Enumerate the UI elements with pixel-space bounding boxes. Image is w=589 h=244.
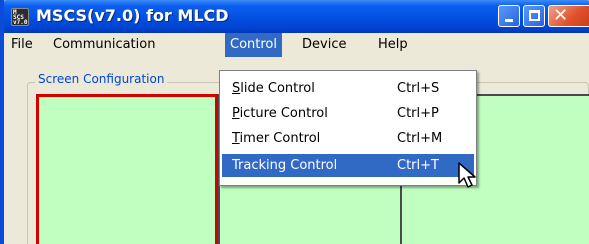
picture-control-label-rest: icture Control [239,106,328,121]
menu-help[interactable]: Help [373,33,413,57]
menu-file[interactable]: File [6,33,38,57]
timer-control-label: Timer Control [232,127,320,150]
picture-control-shortcut: Ctrl+P [397,106,439,121]
picture-control-mnemonic: P [232,106,240,121]
tracking-control-shortcut: Ctrl+T [397,158,439,173]
minimize-button[interactable] [498,5,520,27]
minimize-icon [505,19,513,22]
menu-bar: File Communication Control Device Help [4,33,589,57]
menu-item-slide-control[interactable]: Slide Control Ctrl+S [222,77,474,100]
tracking-control-label: Tracking Control [232,158,338,173]
timer-control-label-rest: imer Control [239,131,321,146]
menu-control[interactable]: Control [225,33,282,57]
menu-item-picture-control[interactable]: Picture Control Ctrl+P [222,102,474,125]
menu-device[interactable]: Device [297,33,351,57]
window-title: MSCS(v7.0) for MLCD [36,6,229,25]
maximize-icon [529,10,540,21]
slide-control-shortcut: Ctrl+S [397,81,440,96]
screen-panel-1[interactable] [36,94,218,244]
control-menu-dropdown: Slide Control Ctrl+S Picture Control Ctr… [219,70,477,186]
screen-configuration-label: Screen Configuration [35,72,168,86]
app-icon[interactable]: M SCS v7.0 [11,8,29,26]
title-bar[interactable]: M SCS v7.0 MSCS(v7.0) for MLCD ✕ [4,0,589,33]
mouse-pointer-icon [458,162,476,188]
app-icon-text-3: v7.0 [13,19,28,26]
menu-item-timer-control[interactable]: Timer Control Ctrl+M [222,127,474,150]
close-icon: ✕ [553,5,569,26]
close-button[interactable]: ✕ [548,5,589,27]
timer-control-mnemonic: T [232,131,240,146]
maximize-button[interactable] [523,5,545,27]
slide-control-label-rest: lide Control [240,81,315,96]
slide-control-label: Slide Control [232,77,315,100]
timer-control-shortcut: Ctrl+M [397,131,443,146]
menu-item-tracking-control[interactable]: Tracking Control Ctrl+T [222,154,474,177]
picture-control-label: Picture Control [232,102,328,125]
menu-communication[interactable]: Communication [48,33,160,57]
